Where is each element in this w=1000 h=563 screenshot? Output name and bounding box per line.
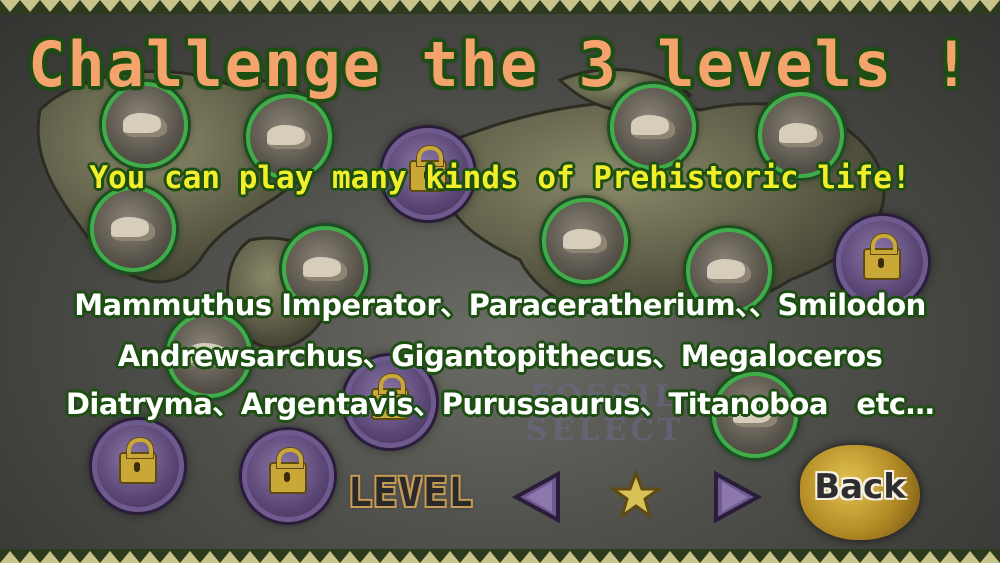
fossil-skull-icon bbox=[123, 113, 167, 137]
fossil-skull-icon bbox=[779, 123, 823, 147]
padlock-icon bbox=[269, 447, 307, 494]
fossil-skull-icon bbox=[111, 217, 155, 241]
zigzag-border-bottom bbox=[0, 549, 1000, 563]
page-subtitle: You can play many kinds of Prehistoric l… bbox=[89, 160, 911, 196]
back-button[interactable]: Back bbox=[800, 445, 920, 540]
fossil-skull-icon bbox=[303, 257, 347, 281]
triangle-left-icon[interactable] bbox=[512, 470, 562, 524]
species-line: Mammuthus Imperator、Paraceratherium、、Smi… bbox=[74, 288, 926, 322]
back-button-label: Back bbox=[814, 467, 906, 507]
fossil-skull-icon bbox=[267, 125, 311, 149]
level-label: LEVEL bbox=[348, 470, 474, 516]
fossil-skull-icon bbox=[631, 115, 675, 139]
fossil-select-screen: FOSSIL SELECT Challenge the 3 levels ! Y… bbox=[0, 0, 1000, 563]
fossil-skull-icon bbox=[563, 229, 607, 253]
page-title: Challenge the 3 levels ! bbox=[28, 28, 972, 101]
star-icon bbox=[610, 470, 662, 520]
species-line: Andrewsarchus、Gigantopithecus、Megalocero… bbox=[117, 339, 883, 373]
padlock-icon bbox=[119, 437, 157, 484]
fossil-node[interactable] bbox=[542, 198, 628, 284]
fossil-skull-icon bbox=[707, 259, 751, 283]
triangle-right-icon[interactable] bbox=[712, 470, 762, 524]
padlock-icon bbox=[863, 233, 901, 280]
locked-node[interactable] bbox=[242, 430, 334, 522]
locked-node[interactable] bbox=[92, 420, 184, 512]
fossil-node[interactable] bbox=[90, 186, 176, 272]
species-line: Diatryma、Argentavis、Purussaurus、Titanobo… bbox=[65, 387, 935, 421]
